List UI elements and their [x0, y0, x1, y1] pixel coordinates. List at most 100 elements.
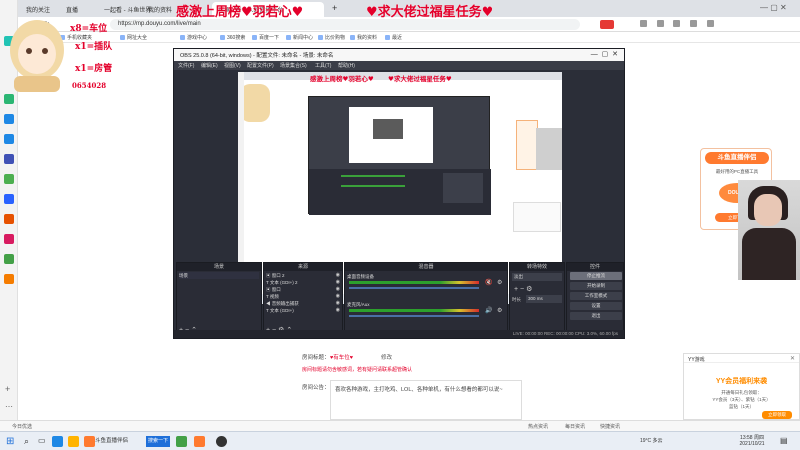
obs-status-bar: LIVE: 00:00:00 REC: 00:00:00 CPU: 3.0%, … [174, 330, 624, 338]
overlay-text-line: x1=插队 [75, 42, 113, 52]
visibility-icons[interactable]: ◉ ◉ ◉ ◉ ◉ ◉ [336, 272, 340, 314]
volume-slider[interactable] [349, 315, 479, 317]
taskbar-task[interactable]: 搜索一下 [146, 436, 170, 447]
transition-select[interactable]: 淡出 [512, 273, 562, 281]
preview-mascot-image [240, 84, 270, 122]
remove-icon[interactable]: − [520, 286, 524, 293]
duration-label: 时长 [512, 297, 521, 302]
new-tab-button[interactable]: + [326, 0, 338, 15]
app-icon[interactable] [176, 436, 187, 447]
bookmark-item[interactable]: 新闻中心 [286, 34, 313, 41]
bookmark-item[interactable]: 最近 [385, 34, 402, 41]
douyu-icon[interactable] [194, 436, 205, 447]
clock[interactable]: 13:58 周四 2021/10/21 [732, 434, 772, 447]
bookmark-item[interactable]: 网址大全 [120, 34, 147, 41]
notification-icon[interactable]: ▤ [780, 436, 788, 445]
announcement-textarea[interactable]: 喜欢各种游戏，主打吃鸡、LOL、各种单机，有什么想看的都可以说~ [330, 380, 522, 420]
source-item[interactable]: T 文本 (GDI+) [266, 307, 294, 314]
scene-item[interactable]: 场景 [179, 272, 259, 279]
bookmark-item[interactable]: 比价购物 [318, 34, 345, 41]
file-explorer-icon[interactable] [68, 436, 79, 447]
duration-input[interactable]: 300 ms [526, 295, 562, 303]
extension-icon[interactable] [690, 20, 698, 27]
search-icon[interactable]: ⌕ [24, 436, 29, 447]
close-icon[interactable]: ✕ [790, 355, 795, 362]
stop-streaming-button[interactable]: 停止推流 [570, 272, 622, 280]
bookmark-item[interactable]: 游戏中心 [180, 34, 207, 41]
taskbar-task[interactable]: 斗鱼直播伴侣 [95, 436, 128, 447]
url-input[interactable]: https://mp.douyu.com/live/main [110, 19, 580, 30]
add-icon[interactable]: + [5, 384, 10, 394]
speaker-icon[interactable]: 🔊 [485, 307, 492, 314]
status-left[interactable]: 今日优选 [12, 423, 32, 430]
status-item[interactable]: 快捷资讯 [600, 423, 620, 430]
app-icon[interactable] [4, 154, 14, 164]
overlay-text-line: x1=房管 [75, 64, 113, 74]
app-icon[interactable] [4, 214, 14, 224]
menu-item-profile[interactable]: 配置文件(P) [247, 62, 274, 69]
obs-icon[interactable] [216, 436, 227, 447]
douyu-icon[interactable] [84, 436, 95, 447]
extension-icon[interactable] [656, 20, 664, 27]
app-icon[interactable] [4, 94, 14, 104]
start-recording-button[interactable]: 开始录制 [570, 282, 622, 290]
menu-item-edit[interactable]: 编辑(E) [201, 62, 218, 69]
app-icon[interactable] [4, 254, 14, 264]
audio-mixer-panel: 混音器 桌面音频设备 🔇 ⚙ 麦克风/Aux 🔊 ⚙ [344, 262, 508, 337]
task-view-icon[interactable]: ▭ [38, 436, 46, 445]
settings-button[interactable]: 设置 [570, 302, 622, 310]
studio-mode-button[interactable]: 工作室模式 [570, 292, 622, 300]
source-item[interactable]: ▣ 窗口 2 [266, 272, 285, 279]
source-item[interactable]: T 文本 (GDI+) 2 [266, 279, 298, 286]
menu-item-file[interactable]: 文件(F) [178, 62, 194, 69]
window-controls[interactable]: — ▢ ✕ [591, 50, 618, 58]
preview-ad [516, 120, 538, 170]
menu-icon[interactable] [706, 20, 714, 27]
source-item[interactable]: ◀ 音频输出捕获 [266, 300, 299, 307]
preview-popup [513, 202, 561, 232]
bookmark-item[interactable]: 百度一下 [252, 34, 279, 41]
announcement-label: 房间公告： [302, 385, 330, 391]
window-controls[interactable]: — ▢ ✕ [760, 3, 796, 13]
extension-icon[interactable] [673, 20, 681, 27]
exit-button[interactable]: 退出 [570, 312, 622, 320]
extension-icon[interactable] [640, 20, 647, 27]
nested-obs-capture [308, 96, 491, 215]
more-icon[interactable]: ⋯ [5, 402, 13, 411]
gear-icon[interactable]: ⚙ [497, 279, 502, 286]
room-title-value: ♥有车位♥ [330, 355, 354, 361]
browser-status-bar: 今日优选 热点资讯 每日资讯 快捷资讯 [0, 420, 800, 431]
status-item[interactable]: 热点资讯 [528, 423, 548, 430]
edge-icon[interactable] [52, 436, 63, 447]
status-text: LIVE: 00:00:00 REC: 00:00:00 CPU: 3.0%, … [512, 331, 618, 336]
claim-button[interactable]: 立即领取 [762, 411, 792, 419]
status-item[interactable]: 每日资讯 [565, 423, 585, 430]
source-item[interactable]: T 视频 [266, 293, 279, 300]
volume-slider[interactable] [349, 287, 479, 289]
mute-icon[interactable]: 🔇 [485, 279, 492, 286]
bookmark-item[interactable]: 360搜索 [220, 34, 245, 41]
app-icon[interactable] [4, 194, 14, 204]
menu-item-scene-collection[interactable]: 场景集合(S) [280, 62, 307, 69]
app-icon[interactable] [4, 234, 14, 244]
app-icon[interactable] [4, 274, 14, 284]
yy-line: 蓝钻（1天） [728, 404, 754, 409]
source-item[interactable]: ▣ 窗口 [266, 286, 281, 293]
app-icon[interactable] [4, 114, 14, 124]
gear-icon[interactable]: ⚙ [526, 286, 532, 293]
extension-icon[interactable] [600, 20, 614, 29]
gear-icon[interactable]: ⚙ [497, 307, 502, 314]
tab-label: 我的资料 [148, 8, 173, 14]
add-icon[interactable]: + [514, 286, 518, 293]
app-icon[interactable] [4, 134, 14, 144]
menu-item-view[interactable]: 视图(V) [224, 62, 241, 69]
ad-subtitle: 最好用的PC直播工具 [715, 169, 759, 174]
weather[interactable]: 19°C 多云 [640, 436, 663, 447]
preview-banner-left: 感激上周榜♥羽若心♥ [310, 75, 374, 83]
menu-item-tools[interactable]: 工具(T) [315, 62, 331, 69]
bookmark-item[interactable]: 我的资料 [350, 34, 377, 41]
app-icon[interactable] [4, 174, 14, 184]
menu-item-help[interactable]: 帮助(H) [338, 62, 355, 69]
edit-link[interactable]: 修改 [381, 353, 392, 361]
start-icon[interactable]: ⊞ [6, 436, 14, 447]
